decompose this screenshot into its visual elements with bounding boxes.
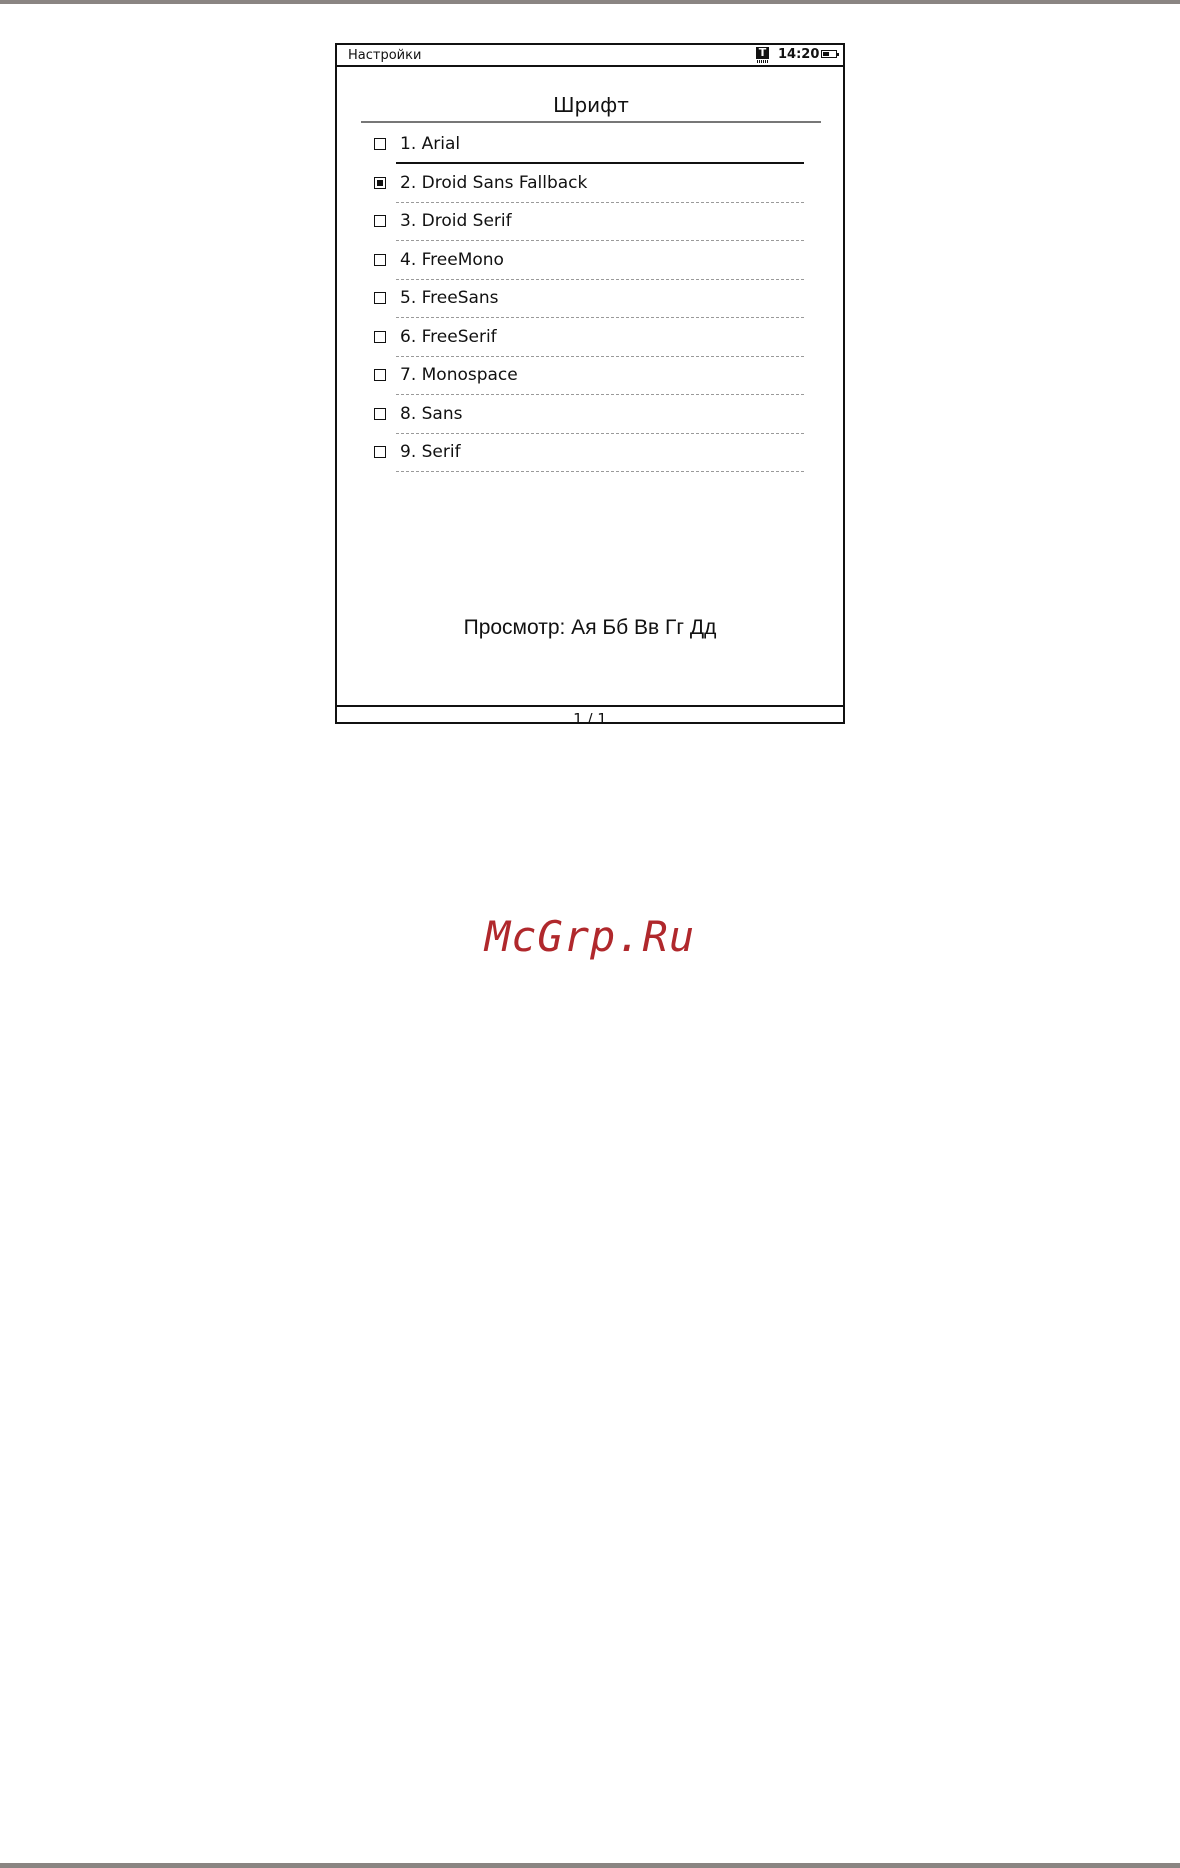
checkbox-icon[interactable] [374, 331, 386, 343]
font-preview: Просмотр: Ая Бб Вв Гг Дд [463, 616, 717, 639]
font-option-label: 1. Arial [400, 134, 461, 154]
app-title: Настройки [348, 48, 422, 63]
row-separator [396, 471, 804, 472]
dialog-title: Шрифт [553, 93, 629, 117]
font-option-label: 3. Droid Serif [400, 211, 512, 231]
checkbox-icon[interactable] [374, 215, 386, 227]
text-mode-icon: T [756, 47, 769, 63]
clock: 14:20 [778, 47, 820, 62]
font-option-label: 2. Droid Sans Fallback [400, 173, 588, 193]
battery-icon [821, 50, 839, 58]
bottom-border [0, 1863, 1180, 1868]
checkbox-icon[interactable] [374, 408, 386, 420]
checkbox-icon[interactable] [374, 446, 386, 458]
font-option[interactable]: 9. Serif [337, 431, 843, 477]
checkbox-icon[interactable] [374, 369, 386, 381]
checkbox-icon[interactable] [374, 292, 386, 304]
status-bar: Настройки T 14:20 [337, 45, 843, 67]
font-option-label: 4. FreeMono [400, 250, 504, 270]
font-option-label: 7. Monospace [400, 365, 518, 385]
font-option-label: 9. Serif [400, 442, 461, 462]
watermark-logo: McGrp.Ru [484, 912, 696, 961]
top-border [0, 0, 1180, 4]
checkbox-icon[interactable] [374, 254, 386, 266]
checkbox-icon[interactable] [374, 138, 386, 150]
font-option-label: 5. FreeSans [400, 288, 499, 308]
footer-divider [337, 705, 843, 707]
checkbox-checked-icon[interactable] [374, 177, 386, 189]
font-option-label: 6. FreeSerif [400, 327, 497, 347]
font-option-label: 8. Sans [400, 404, 463, 424]
device-screen: Настройки T 14:20 Шрифт 1. Arial 2. Droid… [335, 43, 845, 724]
page-indicator: 1 / 1 [573, 710, 607, 722]
